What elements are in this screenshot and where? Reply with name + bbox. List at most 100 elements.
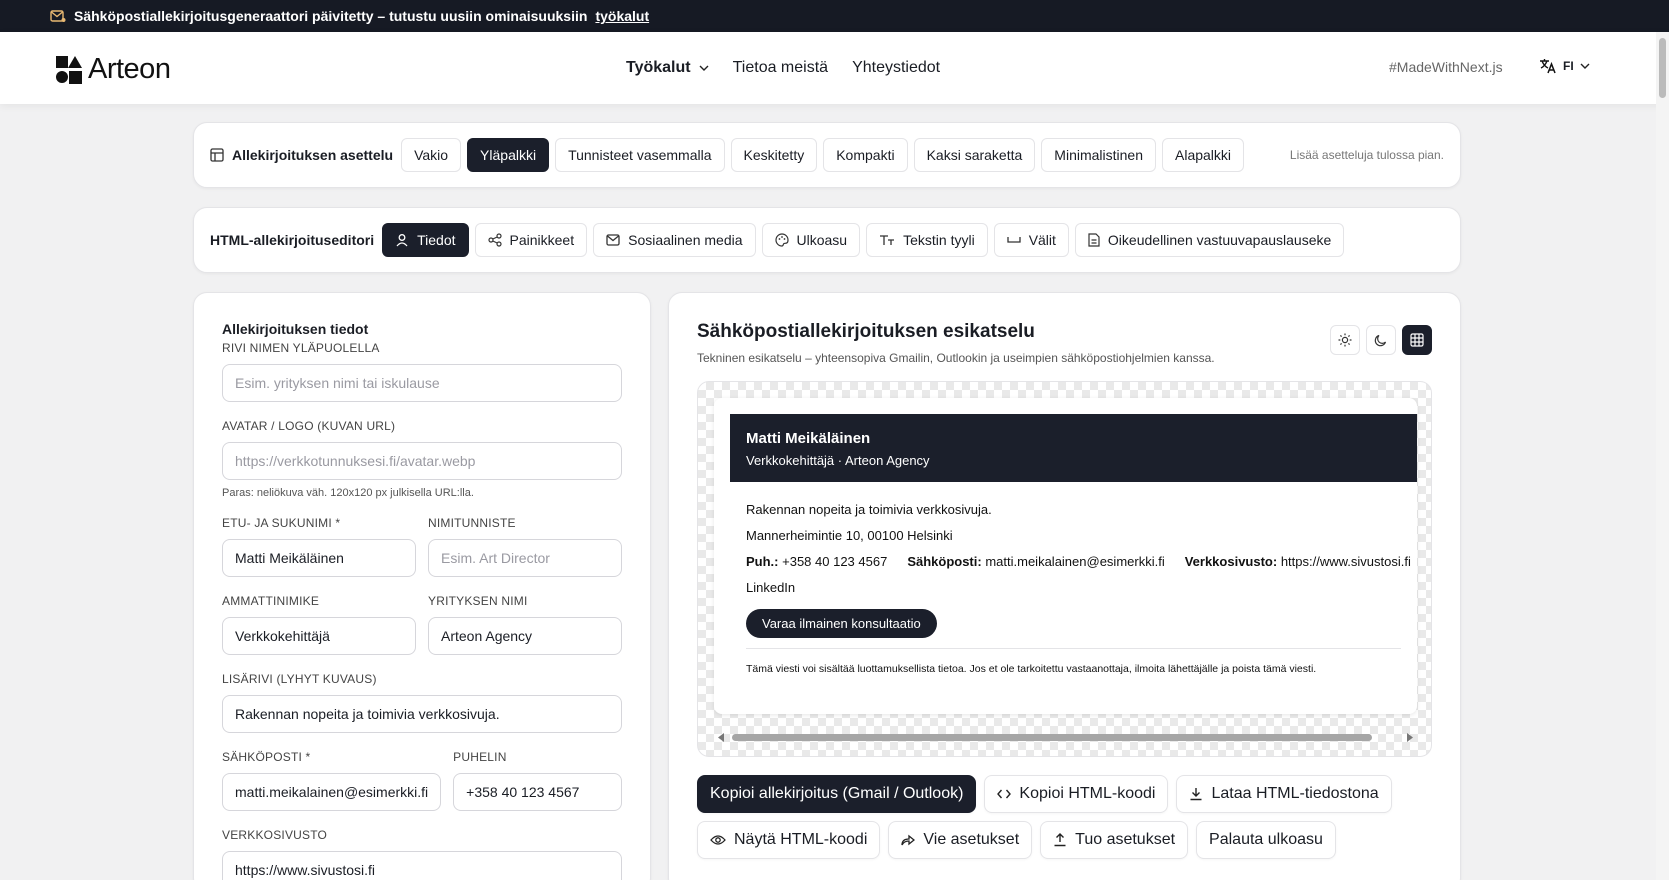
- tab-sosiaalinen-media[interactable]: Sosiaalinen media: [593, 223, 756, 257]
- announcement-link[interactable]: työkalut: [595, 8, 649, 24]
- copy-html-label: Kopioi HTML-koodi: [1019, 785, 1156, 802]
- tab-tiedot[interactable]: Tiedot: [382, 223, 469, 257]
- title-tag-input[interactable]: Esim. Art Director: [428, 539, 622, 577]
- signature-details-form: Allekirjoituksen tiedot RIVI NIMEN YLÄPU…: [193, 292, 651, 880]
- made-with-link[interactable]: #MadeWithNext.js: [1389, 59, 1503, 75]
- extra-line-input[interactable]: Rakennan nopeita ja toimivia verkkosivuj…: [222, 695, 622, 733]
- page-scrollbar-thumb[interactable]: [1659, 38, 1666, 98]
- signature-cta-button[interactable]: Varaa ilmainen konsultaatio: [746, 609, 937, 638]
- sun-icon[interactable]: [1330, 325, 1360, 355]
- tab-valit[interactable]: Välit: [993, 223, 1069, 257]
- mail-icon: [606, 234, 620, 246]
- import-settings-label: Tuo asetukset: [1075, 831, 1176, 848]
- logo-text: Arteon: [88, 53, 171, 85]
- layout-selector-text: Allekirjoituksen asettelu: [232, 147, 394, 163]
- signature-name: Matti Meikäläinen: [746, 430, 871, 447]
- preview-subtitle: Tekninen esikatselu – yhteensopiva Gmail…: [697, 351, 1215, 365]
- preview-horizontal-scrollbar[interactable]: [718, 732, 1413, 742]
- layout-note: Lisää asetteluja tulossa pian.: [1289, 148, 1444, 162]
- upload-icon: [1053, 833, 1067, 847]
- layout-option-vakio[interactable]: Vakio: [401, 138, 462, 172]
- signature-social-link[interactable]: LinkedIn: [746, 580, 1417, 595]
- avatar-url-hint: Paras: neliökuva väh. 120x120 px julkise…: [222, 487, 474, 499]
- tab-ulkoasu[interactable]: Ulkoasu: [761, 223, 861, 257]
- download-html-label: Lataa HTML-tiedostona: [1211, 785, 1379, 802]
- signature-preview: Sähköpostiallekirjoituksen esikatselu Te…: [668, 292, 1461, 880]
- announcement-text: Sähköpostiallekirjoitusgeneraattori päiv…: [74, 8, 588, 24]
- nav-item-about[interactable]: Tietoa meistä: [733, 59, 828, 77]
- phone-label: PUHELIN: [453, 750, 507, 764]
- page-scrollbar[interactable]: [1656, 32, 1669, 880]
- email-label: SÄHKÖPOSTI *: [222, 750, 311, 764]
- layout-option-keskitetty[interactable]: Keskitetty: [730, 138, 818, 172]
- signature-description: Rakennan nopeita ja toimivia verkkosivuj…: [746, 502, 992, 517]
- tab-tekstin-tyyli[interactable]: Tekstin tyyli: [866, 223, 988, 257]
- full-name-input[interactable]: Matti Meikäläinen: [222, 539, 416, 577]
- signature-contacts: Puh.: +358 40 123 4567 Sähköposti: matti…: [746, 554, 1417, 569]
- company-input[interactable]: Arteon Agency: [428, 617, 622, 655]
- job-title-label: AMMATTINIMIKE: [222, 594, 320, 608]
- preview-background-toggle: [1330, 325, 1432, 355]
- layout-option-ylapalkki[interactable]: Yläpalkki: [467, 138, 550, 172]
- layout-selector-label: Allekirjoituksen asettelu: [210, 147, 393, 163]
- download-html-button[interactable]: Lataa HTML-tiedostona: [1176, 775, 1392, 813]
- scroll-left-icon[interactable]: [718, 733, 725, 742]
- preview-title: Sähköpostiallekirjoituksen esikatselu: [697, 321, 1035, 342]
- tab-label: Tekstin tyyli: [903, 232, 975, 248]
- nav-item-label: Tietoa meistä: [732, 59, 829, 76]
- user-icon: [395, 233, 409, 247]
- tab-label: Sosiaalinen media: [628, 232, 743, 248]
- layout-option-kompakti[interactable]: Kompakti: [823, 138, 908, 172]
- layout-option-tunnisteet-vasemmalla[interactable]: Tunnisteet vasemmalla: [555, 138, 725, 172]
- signature-address: Mannerheimintie 10, 00100 Helsinki: [746, 528, 953, 543]
- export-settings-label: Vie asetukset: [923, 831, 1020, 848]
- import-settings-button[interactable]: Tuo asetukset: [1040, 821, 1189, 859]
- moon-icon[interactable]: [1366, 325, 1396, 355]
- signature-body: Rakennan nopeita ja toimivia verkkosivuj…: [746, 502, 1417, 675]
- nav-item-tools[interactable]: Työkalut: [626, 59, 709, 77]
- tab-label: Välit: [1028, 232, 1056, 248]
- layout-option-alapalkki[interactable]: Alapalkki: [1162, 138, 1245, 172]
- mail-sparkle-icon: [50, 9, 66, 23]
- website-value[interactable]: https://www.sivustosi.fi: [1281, 554, 1411, 569]
- signature-header-band: Matti Meikäläinen Verkkokehittäjä · Arte…: [730, 414, 1417, 482]
- layout-selector: Allekirjoituksen asettelu Vakio Yläpalkk…: [193, 122, 1461, 188]
- main-nav: Työkalut Tietoa meistä Yhteystiedot: [626, 32, 940, 104]
- copy-html-button[interactable]: Kopioi HTML-koodi: [984, 775, 1169, 813]
- copy-signature-button[interactable]: Kopioi allekirjoitus (Gmail / Outlook): [697, 775, 977, 813]
- reset-layout-button[interactable]: Palauta ulkoasu: [1196, 821, 1336, 859]
- show-html-button[interactable]: Näytä HTML-koodi: [697, 821, 881, 859]
- chevron-down-icon: [699, 65, 709, 71]
- announcement-bar: Sähköpostiallekirjoitusgeneraattori päiv…: [0, 0, 1669, 32]
- phone-value[interactable]: +358 40 123 4567: [782, 554, 887, 569]
- signature-email: Sähköposti: matti.meikalainen@esimerkki.…: [907, 554, 1164, 569]
- scroll-right-icon[interactable]: [1406, 733, 1413, 742]
- tab-oikeudellinen-vastuuvapauslauseke[interactable]: Oikeudellinen vastuuvapauslauseke: [1074, 223, 1345, 257]
- chevron-down-icon: [1580, 63, 1590, 69]
- code-icon: [997, 789, 1012, 799]
- phone-label: Puh.:: [746, 554, 779, 569]
- nav-item-label: Yhteystiedot: [852, 59, 941, 76]
- company-label: YRITYKSEN NIMI: [428, 594, 528, 608]
- signature-phone: Puh.: +358 40 123 4567: [746, 554, 887, 569]
- avatar-url-input[interactable]: https://verkkotunnuksesi.fi/avatar.webp: [222, 442, 622, 480]
- language-code: FI: [1563, 59, 1574, 73]
- scrollbar-thumb[interactable]: [732, 734, 1372, 741]
- logo[interactable]: Arteon: [56, 53, 171, 86]
- export-settings-button[interactable]: Vie asetukset: [888, 821, 1033, 859]
- website-input[interactable]: https://www.sivustosi.fi: [222, 851, 622, 880]
- email-value[interactable]: matti.meikalainen@esimerkki.fi: [985, 554, 1164, 569]
- layout-option-minimalistinen[interactable]: Minimalistinen: [1041, 138, 1156, 172]
- space-icon: [1007, 236, 1021, 244]
- job-title-input[interactable]: Verkkokehittäjä: [222, 617, 416, 655]
- full-name-label: ETU- JA SUKUNIMI *: [222, 516, 341, 530]
- language-selector[interactable]: FI: [1539, 58, 1590, 74]
- phone-input[interactable]: +358 40 123 4567: [453, 773, 622, 811]
- nav-item-contact[interactable]: Yhteystiedot: [852, 59, 940, 77]
- above-name-label: RIVI NIMEN YLÄPUOLELLA: [222, 341, 380, 355]
- layout-option-kaksi-saraketta[interactable]: Kaksi saraketta: [913, 138, 1036, 172]
- email-input[interactable]: matti.meikalainen@esimerkki.fi: [222, 773, 442, 811]
- grid-icon[interactable]: [1402, 325, 1432, 355]
- above-name-input[interactable]: Esim. yrityksen nimi tai iskulause: [222, 364, 622, 402]
- tab-painikkeet[interactable]: Painikkeet: [474, 223, 588, 257]
